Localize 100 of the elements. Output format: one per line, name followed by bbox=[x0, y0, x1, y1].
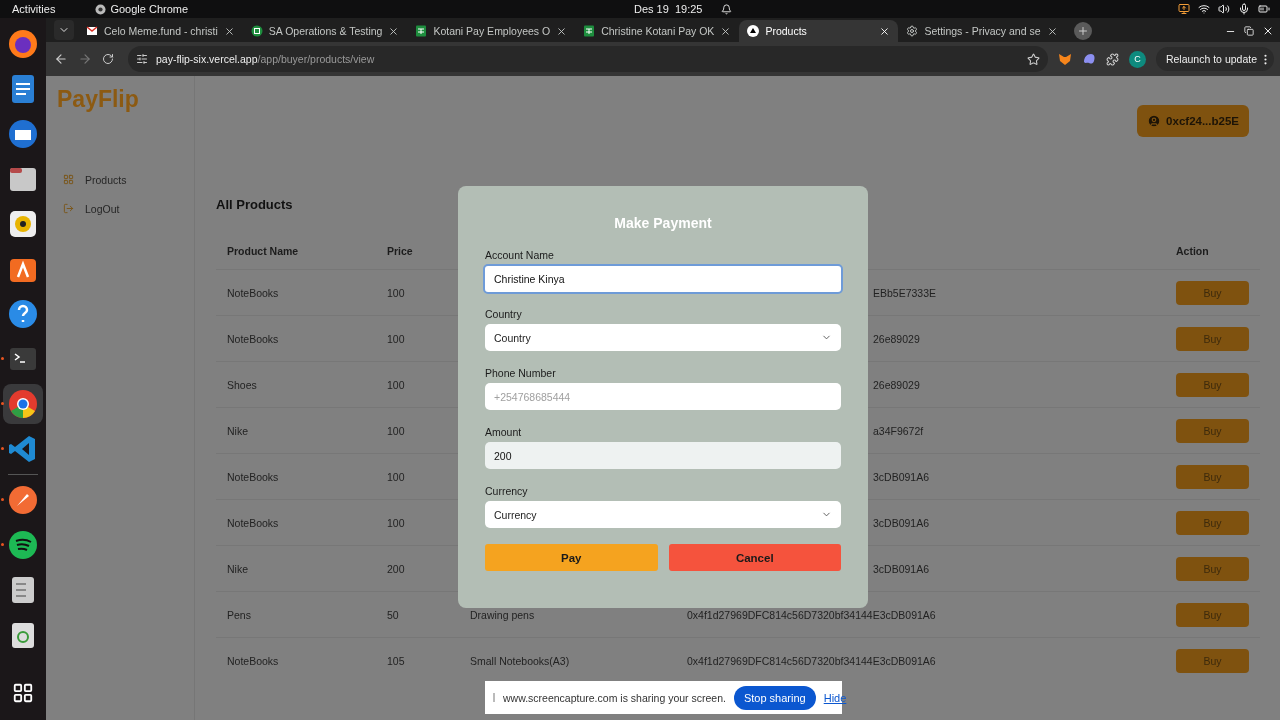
field-label: Currency bbox=[485, 485, 529, 497]
clock[interactable]: Des 19 19:25 bbox=[634, 3, 703, 15]
table-cell-text: 100 bbox=[387, 516, 406, 529]
close-icon[interactable] bbox=[223, 25, 235, 37]
browser-tab[interactable]: Celo Meme.fund - christi bbox=[78, 20, 243, 42]
table-cell-text: Nike bbox=[226, 424, 249, 437]
wifi-icon[interactable] bbox=[1198, 3, 1210, 15]
close-icon[interactable] bbox=[879, 25, 891, 37]
reload-icon[interactable] bbox=[102, 53, 114, 65]
pay-button[interactable]: Pay bbox=[485, 544, 658, 571]
field-label: Amount bbox=[485, 426, 523, 438]
logout-icon bbox=[63, 203, 74, 214]
table-cell: 26e89029 bbox=[873, 378, 920, 391]
volume-icon[interactable] bbox=[1218, 3, 1230, 15]
table-cell: a34F9672f bbox=[873, 424, 924, 437]
address-bar[interactable]: pay-flip-six.vercel.app/app/buyer/products/view bbox=[128, 46, 1048, 72]
cancel-button[interactable]: Cancel bbox=[668, 544, 841, 571]
drag-handle[interactable] bbox=[493, 693, 495, 702]
table-cell-text: 50 bbox=[387, 608, 400, 621]
hide-link[interactable]: Hide bbox=[823, 691, 847, 704]
table-cell-text: Shoes bbox=[226, 378, 258, 391]
close-icon[interactable] bbox=[1262, 25, 1274, 37]
restore-icon[interactable] bbox=[1244, 26, 1254, 36]
close-icon[interactable] bbox=[720, 25, 732, 37]
new-tab-button[interactable] bbox=[1073, 22, 1092, 40]
table-cell-text: Small Notebooks(A3) bbox=[470, 654, 571, 667]
running-indicator bbox=[1, 447, 4, 450]
plus-icon bbox=[1076, 25, 1089, 37]
help-icon[interactable] bbox=[7, 298, 39, 330]
table-cell-text: 105 bbox=[387, 654, 406, 667]
column-header: Action bbox=[1176, 244, 1210, 257]
bookmark-star-icon[interactable] bbox=[1026, 52, 1040, 66]
stop-sharing-button[interactable]: Stop sharing bbox=[733, 685, 816, 710]
music-icon[interactable] bbox=[7, 529, 39, 561]
back-icon[interactable] bbox=[54, 52, 68, 66]
input-field[interactable]: +254768685444 bbox=[485, 383, 841, 410]
select-field[interactable]: Currency bbox=[485, 501, 841, 528]
mail-icon[interactable] bbox=[7, 118, 39, 150]
tab-search-button[interactable] bbox=[54, 20, 74, 40]
table-cell: 3cDB091A6 bbox=[873, 516, 930, 529]
app-grid-icon[interactable] bbox=[12, 682, 34, 704]
screen-share-icon[interactable] bbox=[1178, 3, 1190, 15]
extensions-icon[interactable] bbox=[1105, 52, 1119, 66]
forward-icon[interactable] bbox=[78, 52, 92, 66]
browser-tab[interactable]: Products bbox=[739, 20, 899, 42]
close-icon[interactable] bbox=[1046, 25, 1058, 37]
table-cell-text: Drawing pens bbox=[470, 608, 536, 621]
sheet-icon bbox=[415, 25, 428, 37]
table-cell: 3cDB091A6 bbox=[873, 562, 930, 575]
browser-icon bbox=[95, 3, 107, 15]
speaker-icon[interactable] bbox=[7, 208, 39, 240]
table-cell-text: 100 bbox=[387, 424, 406, 437]
app-name[interactable]: Google Chrome bbox=[110, 3, 189, 15]
share-message: www.screencapture.com is sharing your screen. bbox=[503, 691, 726, 704]
table-cell: EBb5E7333E bbox=[873, 286, 937, 299]
table-cell-text: NoteBooks bbox=[226, 286, 280, 299]
close-icon[interactable] bbox=[556, 25, 568, 37]
activities-button[interactable]: Activities bbox=[12, 3, 56, 15]
field-label: Account Name bbox=[485, 249, 555, 261]
battery-icon[interactable] bbox=[1258, 3, 1270, 15]
select-field[interactable]: Country bbox=[485, 324, 841, 351]
sidebar-item[interactable]: LogOut bbox=[57, 194, 194, 223]
sidebar-item[interactable]: Products bbox=[57, 165, 194, 194]
pen-icon[interactable] bbox=[7, 484, 39, 516]
table-cell-text: NoteBooks bbox=[226, 470, 280, 483]
sheet-icon bbox=[250, 25, 263, 37]
table-cell-text: NoteBooks bbox=[226, 332, 280, 345]
settings-icon bbox=[906, 25, 919, 37]
field-label: Phone Number bbox=[485, 367, 557, 379]
running-indicator bbox=[1, 402, 4, 405]
bell-icon bbox=[720, 3, 732, 15]
dialog-title: Make Payment bbox=[613, 214, 713, 233]
sheet-icon bbox=[583, 25, 596, 37]
table-cell-text: 100 bbox=[387, 332, 406, 345]
browser-tab[interactable]: Kotani Pay Employees O bbox=[407, 20, 576, 42]
browser-tab[interactable]: Settings - Privacy and se bbox=[898, 20, 1066, 42]
close-icon[interactable] bbox=[388, 25, 400, 37]
browser-tab[interactable]: Christine Kotani Pay OK bbox=[575, 20, 740, 42]
table-cell: 3cDB091A6 bbox=[873, 470, 930, 483]
table-cell-text: 100 bbox=[387, 470, 406, 483]
relaunch-button[interactable]: Relaunch to update bbox=[1155, 47, 1274, 71]
section-heading: All Products bbox=[216, 197, 294, 212]
user-icon bbox=[1147, 114, 1162, 128]
table-cell-text: Nike bbox=[226, 562, 249, 575]
column-header: Price bbox=[387, 244, 414, 257]
microphone-icon[interactable] bbox=[1238, 3, 1250, 15]
profile-avatar[interactable]: C bbox=[1128, 50, 1146, 68]
table-cell-text: 100 bbox=[387, 286, 406, 299]
browser-tab[interactable]: SA Operations & Testing bbox=[242, 20, 408, 42]
table-cell: 26e89029 bbox=[873, 332, 920, 345]
input-field[interactable]: 200 bbox=[485, 442, 841, 469]
table-cell-text: Pens bbox=[226, 608, 252, 621]
app-logo: PayFlip bbox=[57, 86, 140, 113]
site-info-icon[interactable] bbox=[136, 53, 148, 65]
table-cell-text: 100 bbox=[387, 378, 406, 391]
fox-icon[interactable] bbox=[1057, 52, 1072, 66]
globe-icon[interactable] bbox=[7, 28, 39, 60]
mail-icon bbox=[86, 25, 98, 37]
input-field[interactable]: Christine Kinya bbox=[483, 263, 843, 294]
running-indicator bbox=[1, 357, 4, 360]
